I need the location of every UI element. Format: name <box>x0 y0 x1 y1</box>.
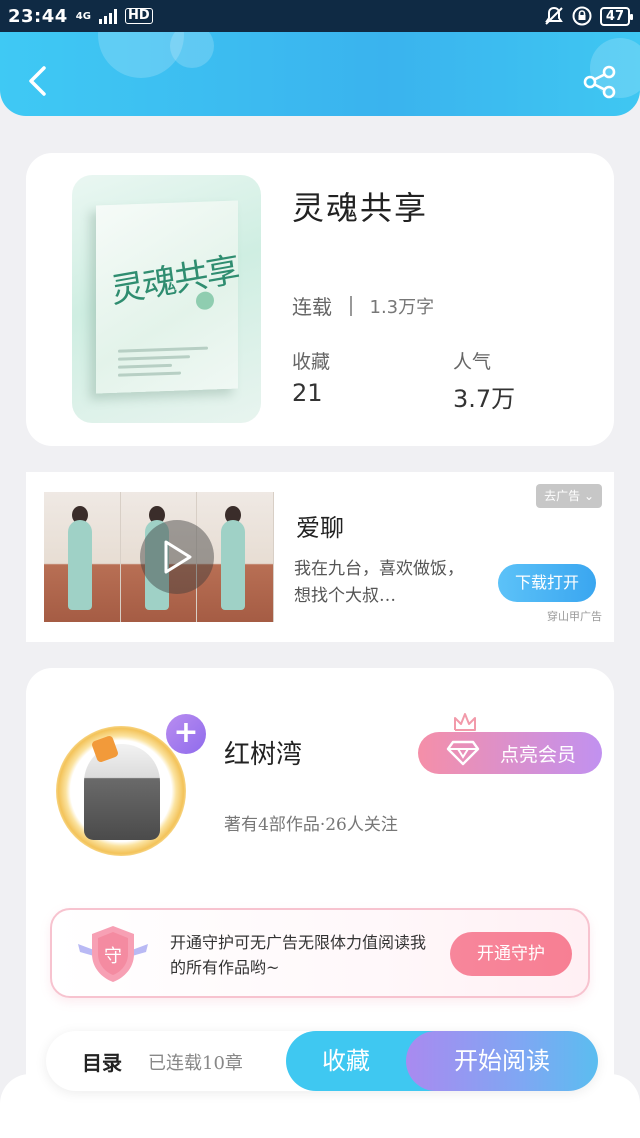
book-info-card: 灵魂共享 灵魂共享 连载 1.3万字 收藏 21 人气 3.7万 <box>26 153 614 446</box>
hd-icon: HD <box>124 8 153 24</box>
ad-source-label: 穿山甲广告 <box>547 610 602 623</box>
favorites-label: 收藏 <box>292 351 331 373</box>
chevron-left-icon <box>29 66 46 96</box>
diamond-icon <box>446 740 480 766</box>
ad-description: 我在九台，喜欢做饭，想找个大叔… <box>294 559 464 606</box>
cover-title: 灵魂共享 <box>108 249 241 312</box>
popularity-label: 人气 <box>453 351 492 373</box>
header-bar <box>0 32 640 116</box>
favorites-value: 21 <box>292 379 323 407</box>
bell-muted-icon <box>545 6 563 25</box>
cover-book-art: 灵魂共享 <box>96 200 241 394</box>
guard-promo-box: 守 开通守护可无广告无限体力值阅读我的所有作品哟~ 开通守护 <box>50 908 590 998</box>
author-info: 著有4部作品·26人关注 <box>224 815 398 835</box>
book-word-count: 1.3万字 <box>369 296 435 318</box>
start-reading-button[interactable]: 开始阅读 <box>406 1031 598 1091</box>
lock-icon <box>572 6 592 26</box>
open-guard-button[interactable]: 开通守护 <box>450 932 572 976</box>
author-avatar[interactable]: + <box>50 714 206 868</box>
bottom-action-bar: 目录 已连载10章 收藏 开始阅读 <box>46 1031 598 1091</box>
toc-button[interactable]: 目录 <box>82 1047 122 1076</box>
vip-button[interactable]: 点亮会员 <box>418 732 602 774</box>
back-button[interactable] <box>20 64 54 98</box>
meta-divider <box>350 295 352 316</box>
ad-banner[interactable]: 爱聊 我在九台，喜欢做饭，想找个大叔… 去广告 ⌄ 下载打开 穿山甲广告 <box>26 472 614 642</box>
status-time: 23:44 <box>8 5 68 27</box>
play-icon[interactable] <box>140 520 214 594</box>
header-decoration <box>170 32 214 68</box>
ad-video-frame <box>44 492 121 622</box>
add-to-shelf-label: 收藏 <box>322 1047 370 1075</box>
book-meta: 连载 1.3万字 <box>292 291 434 320</box>
battery-icon: 47 <box>599 6 634 26</box>
vip-button-label: 点亮会员 <box>500 743 577 766</box>
cover-seal <box>196 291 214 310</box>
crown-icon <box>454 713 476 731</box>
signal-icon <box>98 8 117 24</box>
author-name[interactable]: 红树湾 <box>224 734 302 771</box>
ad-video-thumbnail[interactable] <box>44 492 274 622</box>
popularity-value: 3.7万 <box>453 385 516 413</box>
ad-download-button[interactable]: 下载打开 <box>498 564 596 602</box>
chapter-count[interactable]: 已连载10章 <box>148 1049 243 1075</box>
remove-ad-button[interactable]: 去广告 ⌄ <box>536 484 602 508</box>
follow-plus-button[interactable]: + <box>166 714 206 754</box>
ad-title: 爱聊 <box>296 514 344 542</box>
guard-shield-text: 守 <box>104 946 122 967</box>
cover-text-lines <box>118 346 208 382</box>
guard-shield-icon: 守 <box>78 926 148 982</box>
book-cover[interactable]: 灵魂共享 <box>72 175 261 423</box>
network-type: 4G <box>75 10 91 22</box>
avatar-image <box>84 744 160 840</box>
book-title: 灵魂共享 <box>292 189 429 227</box>
book-status: 连载 <box>292 295 332 319</box>
guard-promo-text: 开通守护可无广告无限体力值阅读我的所有作品哟~ <box>170 933 427 977</box>
share-button[interactable] <box>582 64 618 100</box>
share-icon <box>583 65 616 99</box>
status-bar: 23:44 4G HD 47 <box>0 0 640 32</box>
